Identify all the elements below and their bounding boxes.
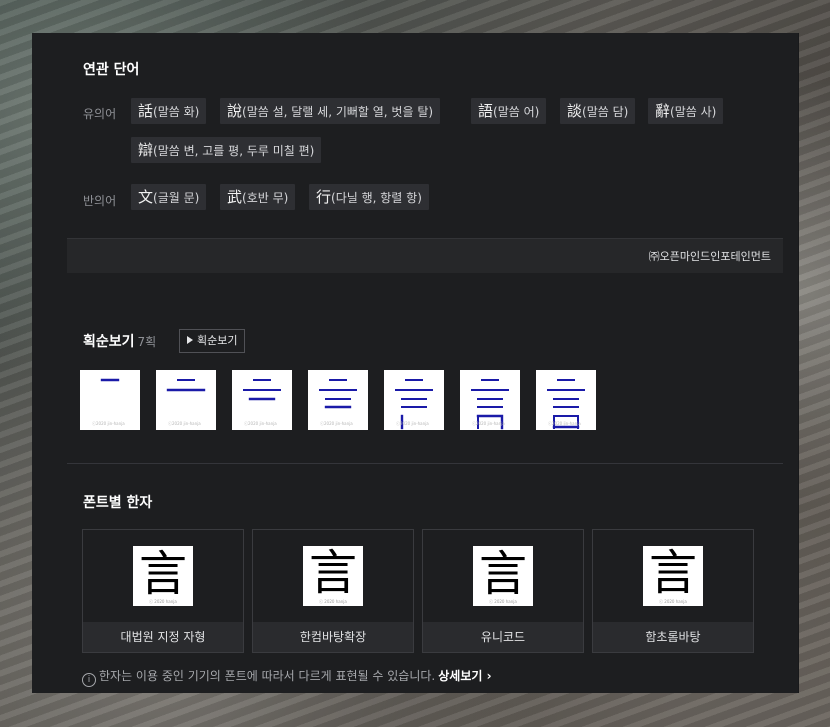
- font-glyph-image: 言 ⓒ 2020 hanja: [133, 546, 193, 606]
- copyright-bar: ㈜오픈마인드인포테인먼트: [67, 238, 783, 273]
- stroke-step-image: ⓒ2020 jin-hanja: [156, 370, 216, 430]
- synonym-chip[interactable]: 辯(말씀 변, 고를 평, 두루 미칠 편): [131, 137, 322, 163]
- glyph-watermark: ⓒ 2020 hanja: [149, 599, 177, 604]
- chip-hanja: 語: [478, 102, 494, 120]
- font-name: 한컴바탕확장: [253, 622, 413, 652]
- stroke-step-image: ⓒ2020 jin-hanja: [80, 370, 140, 430]
- related-words-title: 연관 단어: [83, 62, 140, 78]
- font-card[interactable]: 言 ⓒ 2020 hanja 한컴바탕확장: [252, 529, 414, 653]
- stroke-order-button-label: 획순보기: [197, 334, 238, 347]
- chip-hanja: 說: [227, 102, 243, 120]
- stroke-watermark: ⓒ2020 jin-hanja: [244, 421, 277, 426]
- play-icon: [187, 336, 193, 344]
- synonym-label: 유의어: [83, 107, 117, 121]
- font-name: 함초롬바탕: [593, 622, 753, 652]
- chip-meaning: (말씀 화): [153, 105, 200, 119]
- font-glyph-image: 言 ⓒ 2020 hanja: [473, 546, 533, 606]
- stroke-step-image: ⓒ2020 jin-hanja: [232, 370, 292, 430]
- stroke-watermark: ⓒ2020 jin-hanja: [472, 421, 505, 426]
- stroke-watermark: ⓒ2020 jin-hanja: [396, 421, 429, 426]
- chip-hanja: 辭: [655, 102, 671, 120]
- font-card[interactable]: 言 ⓒ 2020 hanja 함초롬바탕: [592, 529, 754, 653]
- font-glyph: 言: [138, 546, 187, 602]
- synonym-chip[interactable]: 談(말씀 담): [560, 98, 636, 124]
- section-divider: [67, 463, 783, 464]
- font-glyph: 言: [648, 547, 697, 600]
- glyph-watermark: ⓒ 2020 hanja: [489, 599, 517, 604]
- stroke-count: 7획: [137, 335, 157, 349]
- stroke-step-image: ⓒ2020 jin-hanja: [308, 370, 368, 430]
- font-glyph-image: 言 ⓒ 2020 hanja: [643, 546, 703, 606]
- synonym-chip[interactable]: 說(말씀 설, 달랠 세, 기뻐할 열, 벗을 탈): [220, 98, 441, 124]
- chip-meaning: (말씀 설, 달랠 세, 기뻐할 열, 벗을 탈): [242, 105, 434, 119]
- font-glyph-image: 言 ⓒ 2020 hanja: [303, 546, 363, 606]
- glyph-watermark: ⓒ 2020 hanja: [659, 599, 687, 604]
- chip-meaning: (다닐 행, 항렬 항): [331, 191, 422, 205]
- antonym-label: 반의어: [83, 194, 117, 208]
- chip-hanja: 辯: [138, 141, 154, 159]
- font-name: 대법원 지정 자형: [83, 622, 243, 652]
- stroke-order-title-text: 획순보기: [83, 334, 135, 350]
- more-details-link[interactable]: 상세보기 ›: [438, 669, 491, 683]
- stroke-watermark: ⓒ2020 jin-hanja: [92, 421, 125, 426]
- font-glyph: 言: [308, 547, 357, 600]
- chip-meaning: (글월 문): [153, 191, 200, 205]
- chip-meaning: (말씀 변, 고를 평, 두루 미칠 편): [153, 144, 315, 158]
- font-name: 유니코드: [423, 622, 583, 652]
- chip-hanja: 武: [227, 188, 243, 206]
- font-hanja-title: 폰트별 한자: [83, 495, 153, 511]
- font-notice-text: 한자는 이용 중인 기기의 폰트에 따라서 다르게 표현될 수 있습니다.: [99, 669, 436, 683]
- antonym-chip[interactable]: 行(다닐 행, 항렬 항): [309, 184, 429, 210]
- antonym-chip[interactable]: 文(글월 문): [131, 184, 207, 210]
- font-glyph: 言: [478, 546, 527, 602]
- chip-hanja: 談: [567, 102, 583, 120]
- chip-meaning: (말씀 사): [670, 105, 717, 119]
- chip-hanja: 行: [316, 188, 332, 206]
- synonym-chip[interactable]: 話(말씀 화): [131, 98, 207, 124]
- stroke-watermark: ⓒ2020 jin-hanja: [548, 421, 581, 426]
- synonym-chip[interactable]: 辭(말씀 사): [648, 98, 724, 124]
- stroke-order-title: 획순보기 7획: [83, 331, 156, 351]
- stroke-step-image: ⓒ2020 jin-hanja: [384, 370, 444, 430]
- stroke-watermark: ⓒ2020 jin-hanja: [168, 421, 201, 426]
- info-icon: i: [82, 673, 96, 687]
- antonym-chip[interactable]: 武(호반 무): [220, 184, 296, 210]
- stroke-watermark: ⓒ2020 jin-hanja: [320, 421, 353, 426]
- chip-hanja: 文: [138, 188, 154, 206]
- stroke-order-play-button[interactable]: 획순보기: [179, 329, 246, 353]
- chip-meaning: (말씀 담): [582, 105, 629, 119]
- hanja-detail-panel: 연관 단어 유의어 話(말씀 화) 說(말씀 설, 달랠 세, 기뻐할 열, 벗…: [32, 33, 798, 693]
- stroke-step-image: ⓒ2020 jin-hanja: [536, 370, 596, 430]
- glyph-watermark: ⓒ 2020 hanja: [319, 599, 347, 604]
- copyright-text: ㈜오픈마인드인포테인먼트: [648, 250, 771, 263]
- synonym-chip[interactable]: 語(말씀 어): [471, 98, 547, 124]
- chip-meaning: (말씀 어): [493, 105, 540, 119]
- font-card[interactable]: 言 ⓒ 2020 hanja 유니코드: [422, 529, 584, 653]
- font-card[interactable]: 言 ⓒ 2020 hanja 대법원 지정 자형: [82, 529, 244, 653]
- chip-hanja: 話: [138, 102, 154, 120]
- chip-meaning: (호반 무): [242, 191, 289, 205]
- stroke-step-image: ⓒ2020 jin-hanja: [460, 370, 520, 430]
- more-details-label: 상세보기: [438, 669, 483, 683]
- font-notice: i 한자는 이용 중인 기기의 폰트에 따라서 다르게 표현될 수 있습니다. 상세…: [82, 667, 492, 687]
